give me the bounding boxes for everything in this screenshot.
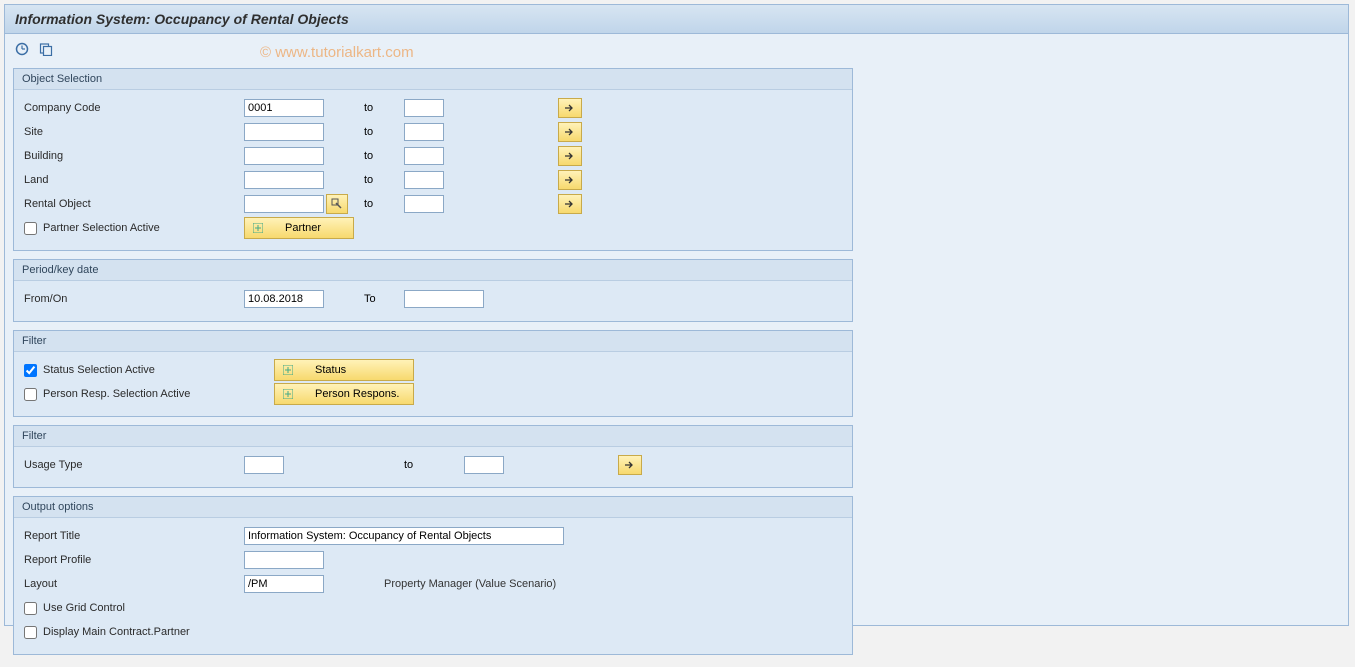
usage-type-to-input[interactable]: [464, 456, 504, 474]
label-display-main-contract: Display Main Contract.Partner: [43, 626, 190, 638]
label-rental-object: Rental Object: [24, 198, 244, 210]
group-title-filter2: Filter: [14, 426, 852, 447]
group-title-object-selection: Object Selection: [14, 69, 852, 90]
layout-input[interactable]: [244, 575, 324, 593]
land-to-input[interactable]: [404, 171, 444, 189]
rental-object-from-input[interactable]: [244, 195, 324, 213]
layout-description: Property Manager (Value Scenario): [384, 578, 556, 590]
label-status-selection: Status Selection Active: [43, 364, 155, 376]
report-profile-input[interactable]: [244, 551, 324, 569]
multiple-selection-button[interactable]: [558, 170, 582, 190]
label-to: to: [364, 459, 464, 471]
site-to-input[interactable]: [404, 123, 444, 141]
person-respons-button-label: Person Respons.: [315, 388, 399, 400]
label-from-on: From/On: [24, 293, 244, 305]
use-grid-checkbox[interactable]: [24, 602, 37, 615]
label-to: to: [364, 150, 404, 162]
plus-icon: [283, 389, 293, 399]
building-from-input[interactable]: [244, 147, 324, 165]
group-period: Period/key date From/On To: [13, 259, 853, 322]
group-title-filter: Filter: [14, 331, 852, 352]
status-button-label: Status: [315, 364, 346, 376]
group-filter-usage: Filter Usage Type to: [13, 425, 853, 488]
rental-object-to-input[interactable]: [404, 195, 444, 213]
group-object-selection: Object Selection Company Code to Site to: [13, 68, 853, 251]
plus-icon: [283, 365, 293, 375]
display-main-contract-checkbox[interactable]: [24, 626, 37, 639]
status-button[interactable]: Status: [274, 359, 414, 381]
usage-type-from-input[interactable]: [244, 456, 284, 474]
plus-icon: [253, 223, 263, 233]
toolbar: [5, 34, 1348, 64]
person-respons-button[interactable]: Person Respons.: [274, 383, 414, 405]
group-filter-status: Filter Status Selection Active Status: [13, 330, 853, 417]
label-use-grid: Use Grid Control: [43, 602, 125, 614]
person-resp-checkbox[interactable]: [24, 388, 37, 401]
label-building: Building: [24, 150, 244, 162]
group-title-period: Period/key date: [14, 260, 852, 281]
from-on-input[interactable]: [244, 290, 324, 308]
label-site: Site: [24, 126, 244, 138]
company-code-to-input[interactable]: [404, 99, 444, 117]
partner-selection-checkbox[interactable]: [24, 222, 37, 235]
multiple-selection-button[interactable]: [558, 122, 582, 142]
site-from-input[interactable]: [244, 123, 324, 141]
variant-icon[interactable]: [37, 40, 55, 58]
label-to: To: [364, 293, 404, 305]
multiple-selection-button[interactable]: [558, 194, 582, 214]
partner-button-label: Partner: [285, 222, 321, 234]
multiple-selection-button[interactable]: [558, 146, 582, 166]
label-company-code: Company Code: [24, 102, 244, 114]
land-from-input[interactable]: [244, 171, 324, 189]
label-to: to: [364, 198, 404, 210]
label-land: Land: [24, 174, 244, 186]
multiple-selection-button[interactable]: [558, 98, 582, 118]
label-person-resp: Person Resp. Selection Active: [43, 388, 190, 400]
status-selection-checkbox[interactable]: [24, 364, 37, 377]
company-code-from-input[interactable]: [244, 99, 324, 117]
group-title-output: Output options: [14, 497, 852, 518]
multiple-selection-button[interactable]: [618, 455, 642, 475]
report-title-input[interactable]: [244, 527, 564, 545]
page-title: Information System: Occupancy of Rental …: [5, 5, 1348, 34]
execute-icon[interactable]: [13, 40, 31, 58]
partner-button[interactable]: Partner: [244, 217, 354, 239]
label-layout: Layout: [24, 578, 244, 590]
label-report-title: Report Title: [24, 530, 244, 542]
label-to: to: [364, 126, 404, 138]
building-to-input[interactable]: [404, 147, 444, 165]
label-usage-type: Usage Type: [24, 459, 244, 471]
search-help-button[interactable]: [326, 194, 348, 214]
label-to: to: [364, 174, 404, 186]
label-report-profile: Report Profile: [24, 554, 244, 566]
group-output-options: Output options Report Title Report Profi…: [13, 496, 853, 655]
to-date-input[interactable]: [404, 290, 484, 308]
label-partner-selection: Partner Selection Active: [43, 222, 160, 234]
label-to: to: [364, 102, 404, 114]
